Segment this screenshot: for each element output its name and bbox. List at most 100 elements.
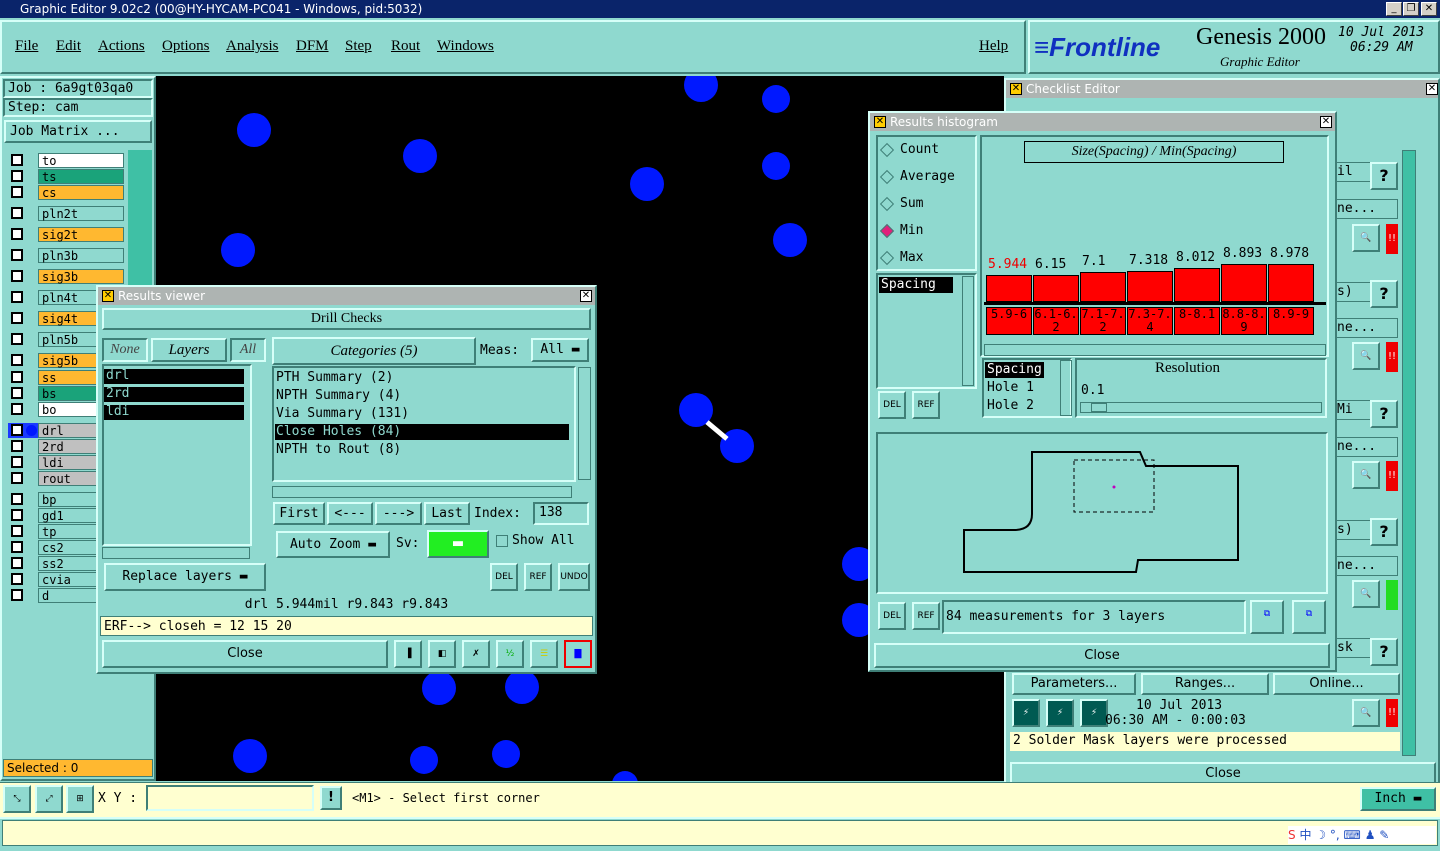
report-icon[interactable]: ▐ (394, 640, 422, 668)
online-button[interactable]: Online... (1273, 673, 1400, 695)
rv-layer-item[interactable]: ldi (104, 405, 244, 420)
layer-checkbox[interactable] (11, 509, 23, 521)
rv-del-button[interactable]: DEL (490, 563, 518, 591)
layer-name[interactable]: to (38, 153, 124, 168)
rv-layer-hscroll[interactable] (102, 547, 250, 559)
layer-checkbox[interactable] (11, 493, 23, 505)
layer-row-sig2t[interactable]: sig2t (8, 227, 124, 242)
sv-dropdown[interactable]: ▬ (427, 530, 489, 558)
category-item[interactable]: Close Holes (84) (275, 424, 569, 440)
histogram-close-icon[interactable]: ✕ (1320, 116, 1332, 128)
category-item[interactable]: NPTH Summary (4) (275, 388, 569, 404)
parameters-button[interactable]: Parameters... (1012, 673, 1136, 695)
close-window-button[interactable]: ✕ (1421, 2, 1437, 16)
layer-checkbox[interactable] (11, 557, 23, 569)
help-icon[interactable]: ? (1370, 638, 1398, 666)
layer-name[interactable]: sig3b (38, 269, 124, 284)
axes-item[interactable]: Hole 1 (985, 380, 1036, 396)
next-button[interactable]: ---> (375, 502, 422, 525)
checklist-action-label[interactable]: ne... (1336, 437, 1398, 457)
histogram-close-button[interactable]: Close (874, 643, 1330, 668)
help-icon[interactable]: ? (1370, 280, 1398, 308)
resolution-slider[interactable] (1080, 402, 1322, 413)
histogram-menu-icon[interactable]: ✕ (874, 116, 886, 128)
axes-vscroll[interactable] (1060, 360, 1072, 416)
layer-checkbox[interactable] (11, 456, 23, 468)
layer-checkbox[interactable] (11, 154, 23, 166)
checklist-scrollbar[interactable] (1402, 150, 1416, 756)
unit-dropdown[interactable]: Inch ▬ (1360, 787, 1436, 811)
chart-hscroll[interactable] (984, 344, 1326, 356)
xy-input[interactable] (146, 785, 314, 811)
meas-dropdown[interactable]: All ▬ (531, 338, 589, 362)
hist-del-button[interactable]: DEL (878, 391, 906, 419)
checklist-action-label[interactable]: ne... (1336, 318, 1398, 338)
replace-layers-dropdown[interactable]: Replace layers ▬ (104, 563, 266, 591)
layers-button[interactable]: Layers (151, 338, 227, 362)
checklist-action-label[interactable]: ne... (1336, 199, 1398, 219)
layer-checkbox[interactable] (11, 170, 23, 182)
menu-rout[interactable]: Rout (391, 38, 420, 55)
categories-hscroll[interactable] (272, 486, 572, 498)
categories-vscroll[interactable] (578, 367, 591, 480)
layer-checkbox[interactable] (11, 525, 23, 537)
rv-menu-icon[interactable]: ✕ (102, 290, 114, 302)
layer-name[interactable]: sig2t (38, 227, 124, 242)
layer-checkbox[interactable] (11, 207, 23, 219)
menu-step[interactable]: Step (345, 38, 372, 55)
layer-checkbox[interactable] (11, 472, 23, 484)
rv-close-icon[interactable]: ✕ (580, 290, 592, 302)
select-tool-icon[interactable]: ⤡ (3, 785, 31, 813)
measure-item[interactable]: Spacing (879, 277, 953, 293)
menu-file[interactable]: File (15, 38, 38, 55)
all-button[interactable]: All (230, 338, 266, 362)
layer-checkbox[interactable] (11, 354, 23, 366)
ranges-button[interactable]: Ranges... (1141, 673, 1269, 695)
measure-vscroll[interactable] (962, 276, 974, 386)
prev-button[interactable]: <--- (327, 502, 373, 525)
checklist-action-label[interactable]: ne... (1336, 556, 1398, 576)
run-stop-icon[interactable]: ⚡ (1080, 699, 1108, 727)
zoom-icon[interactable]: 🔍 (1352, 461, 1380, 489)
help-icon[interactable]: ? (1370, 518, 1398, 546)
layer-checkbox[interactable] (11, 312, 23, 324)
histogram-bar[interactable] (1221, 264, 1267, 302)
rv-close-button[interactable]: Close (102, 640, 388, 668)
histogram-bar[interactable] (1033, 275, 1079, 302)
menu-edit[interactable]: Edit (56, 38, 81, 55)
rv-layer-item[interactable]: 2rd (104, 387, 244, 402)
menu-help[interactable]: Help (979, 38, 1008, 55)
job-matrix-button[interactable]: Job Matrix ... (4, 120, 152, 143)
layer-row-pln2t[interactable]: pln2t (8, 206, 124, 221)
menu-actions[interactable]: Actions (98, 38, 145, 55)
layer-checkbox[interactable] (11, 249, 23, 261)
notes-icon[interactable]: ☰ (530, 640, 558, 668)
layer-checkbox[interactable] (11, 333, 23, 345)
grid-tool-icon[interactable]: ⊞ (66, 785, 94, 813)
layer-checkbox[interactable] (11, 387, 23, 399)
category-item[interactable]: PTH Summary (2) (275, 370, 569, 386)
zoom-icon[interactable]: 🔍 (1352, 224, 1380, 252)
drill-checks-header[interactable]: Drill Checks (102, 308, 591, 330)
category-item[interactable]: NPTH to Rout (8) (275, 442, 569, 458)
none-button[interactable]: None (102, 338, 148, 362)
maximize-button[interactable]: ❐ (1403, 2, 1419, 16)
layer-name[interactable]: pln2t (38, 206, 124, 221)
hist-del-button-2[interactable]: DEL (878, 602, 906, 630)
layer-checkbox[interactable] (11, 403, 23, 415)
layer-row-cs[interactable]: cs (8, 185, 124, 200)
layer-row-ts[interactable]: ts (8, 169, 124, 184)
auto-zoom-dropdown[interactable]: Auto Zoom ▬ (276, 531, 390, 558)
show-all-checkbox[interactable] (496, 535, 508, 547)
rv-layer-item[interactable]: drl (104, 369, 244, 384)
pan-to-icon[interactable]: ⧉ (1292, 600, 1326, 634)
layer-name[interactable]: ts (38, 169, 124, 184)
layer-checkbox[interactable] (11, 291, 23, 303)
run-all-icon[interactable]: ⚡ (1046, 699, 1074, 727)
layer-checkbox[interactable] (11, 573, 23, 585)
rv-ref-button[interactable]: REF (524, 563, 552, 591)
last-button[interactable]: Last (424, 502, 470, 525)
export-icon[interactable]: ◧ (428, 640, 456, 668)
layer-checkbox[interactable] (11, 589, 23, 601)
help-icon[interactable]: ? (1370, 400, 1398, 428)
